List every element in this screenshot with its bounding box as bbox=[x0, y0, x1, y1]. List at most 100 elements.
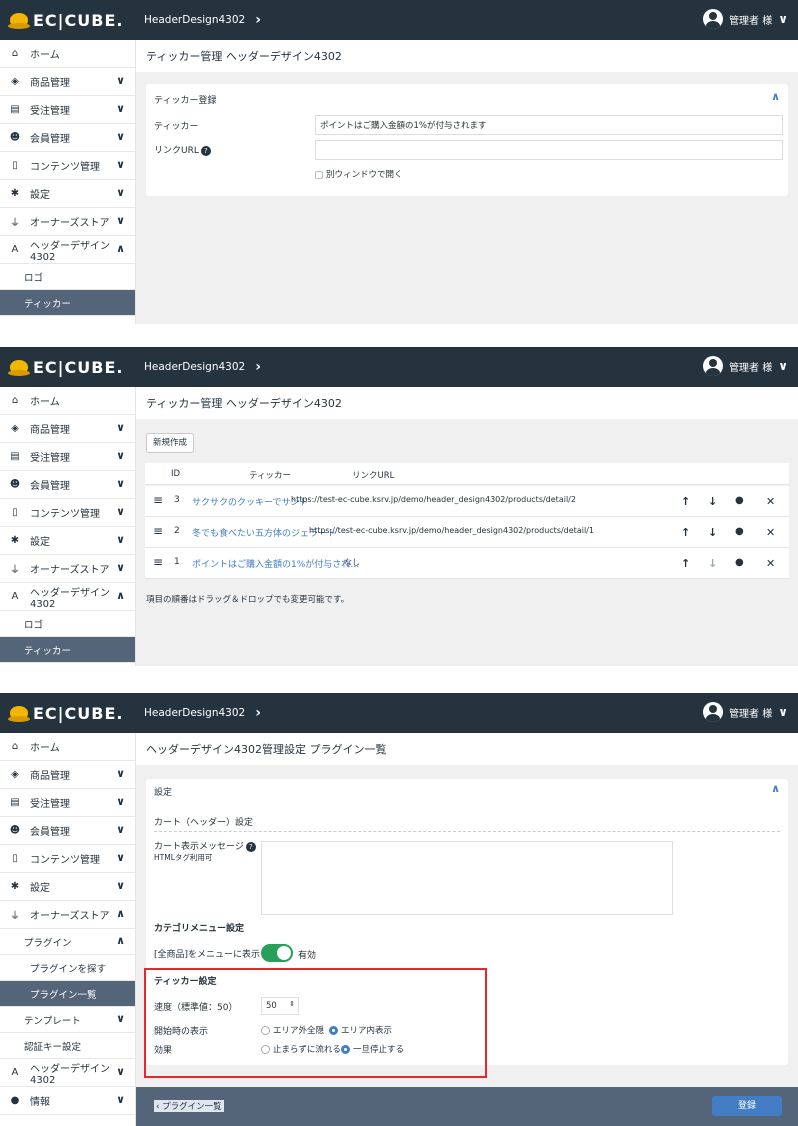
sidebar-sub-ticker[interactable]: ティッカー bbox=[0, 637, 135, 663]
url-text: https://test-ec-cube.ksrv.jp/demo/header… bbox=[309, 526, 594, 535]
sidebar-item-customers[interactable]: ☻ 会員管理 ∨ bbox=[0, 124, 135, 152]
sidebar-item-content[interactable]: ▯ コンテンツ管理 ∨ bbox=[0, 152, 135, 180]
new-window-checkbox[interactable]: 別ウィンドウで開く bbox=[315, 168, 403, 180]
sidebar-item-home[interactable]: ⌂ ホーム bbox=[0, 40, 135, 68]
card-title: ティッカー登録 bbox=[154, 96, 217, 106]
toggle-icon[interactable]: ● bbox=[735, 557, 744, 568]
sidebar-item-products[interactable]: ◈ 商品管理 ∨ bbox=[0, 68, 135, 96]
sidebar-item-store[interactable]: ⏚ オーナーズストア ∨ bbox=[0, 555, 135, 583]
arrow-up-icon[interactable]: ↑ bbox=[681, 526, 690, 539]
chevron-down-icon: ∨ bbox=[778, 12, 788, 26]
plug-icon: ⏚ bbox=[10, 911, 20, 922]
sidebar-item-settings[interactable]: ✱ 設定 ∨ bbox=[0, 527, 135, 555]
sidebar-sub-auth-key[interactable]: 認証キー設定 bbox=[0, 1033, 135, 1059]
user-menu[interactable]: 管理者 様 ∨ bbox=[703, 356, 788, 376]
top-header: EC|CUBE. HeaderDesign4302 › 管理者 様 ∨ bbox=[0, 347, 798, 387]
sidebar-sub-logo[interactable]: ロゴ bbox=[0, 611, 135, 637]
sidebar-item-products[interactable]: ◈ 商品管理 ∨ bbox=[0, 415, 135, 443]
arrow-down-icon[interactable]: ↓ bbox=[708, 557, 717, 570]
sidebar-item-header-design[interactable]: A ヘッダーデザイン4302 ∧ bbox=[0, 236, 135, 264]
sidebar-item-settings[interactable]: ✱ 設定 ∨ bbox=[0, 180, 135, 208]
sidebar-item-orders[interactable]: ▤ 受注管理 ∨ bbox=[0, 96, 135, 124]
panel-ticker-list: EC|CUBE. HeaderDesign4302 › 管理者 様 ∨ ⌂ ホーム ◈… bbox=[0, 347, 798, 666]
effect-radio-1[interactable]: 止まらずに流れる bbox=[261, 1043, 341, 1055]
chevron-down-icon: ∨ bbox=[116, 879, 125, 892]
sidebar-item-content[interactable]: ▯ コンテンツ管理 ∨ bbox=[0, 499, 135, 527]
start-radio-1[interactable]: エリア外全隠 bbox=[261, 1024, 324, 1036]
table-row[interactable]: ≡ 3 サクサクのクッキーでサンド https://test-ec-cube.k… bbox=[145, 486, 789, 517]
eccube-logo[interactable]: EC|CUBE. bbox=[8, 703, 123, 723]
save-button[interactable]: 登録 bbox=[712, 1096, 782, 1116]
chevron-down-icon: ∨ bbox=[116, 186, 125, 199]
sidebar-item-header-design[interactable]: A ヘッダーデザイン4302 ∨ bbox=[0, 1059, 135, 1087]
arrow-down-icon[interactable]: ↓ bbox=[708, 495, 717, 508]
breadcrumb[interactable]: HeaderDesign4302 › bbox=[144, 359, 261, 375]
arrow-up-icon[interactable]: ↑ bbox=[681, 557, 690, 570]
drag-handle-icon[interactable]: ≡ bbox=[153, 524, 163, 538]
start-radio-2[interactable]: エリア内表示 bbox=[329, 1024, 392, 1036]
toggle-icon[interactable]: ● bbox=[735, 526, 744, 537]
speed-input[interactable]: 50 ⇕ bbox=[261, 997, 299, 1015]
close-icon[interactable]: ✕ bbox=[766, 495, 775, 508]
sidebar-item-store[interactable]: ⏚ オーナーズストア ∧ bbox=[0, 901, 135, 929]
collapse-icon[interactable]: ∧ bbox=[771, 90, 780, 103]
eccube-logo[interactable]: EC|CUBE. bbox=[8, 10, 123, 30]
sidebar-sub-plugin[interactable]: プラグイン ∧ bbox=[0, 929, 135, 955]
sidebar-item-store[interactable]: ⏚ オーナーズストア ∨ bbox=[0, 208, 135, 236]
user-avatar-icon bbox=[703, 702, 724, 722]
sidebar-item-header-design[interactable]: A ヘッダーデザイン4302 ∧ bbox=[0, 583, 135, 611]
close-icon[interactable]: ✕ bbox=[766, 526, 775, 539]
sidebar-sub-plugin-list[interactable]: プラグイン一覧 bbox=[0, 981, 135, 1007]
toggle-icon[interactable]: ● bbox=[735, 495, 744, 506]
drag-handle-icon[interactable]: ≡ bbox=[153, 555, 163, 569]
spinner-icon[interactable]: ⇕ bbox=[289, 1000, 295, 1008]
chevron-down-icon: ∨ bbox=[778, 705, 788, 719]
eccube-logo[interactable]: EC|CUBE. bbox=[8, 357, 123, 377]
close-icon[interactable]: ✕ bbox=[766, 557, 775, 570]
arrow-up-icon[interactable]: ↑ bbox=[681, 495, 690, 508]
cart-message-textarea[interactable] bbox=[261, 841, 673, 915]
sidebar-item-orders[interactable]: ▤ 受注管理 ∨ bbox=[0, 789, 135, 817]
category-toggle[interactable] bbox=[261, 944, 293, 962]
link-url-input[interactable] bbox=[315, 140, 783, 160]
table-row[interactable]: ≡ 2 冬でも食べたい五方体のジェラート https://test-ec-cub… bbox=[145, 517, 789, 548]
effect-radio-2[interactable]: 一旦停止する bbox=[341, 1043, 404, 1055]
chevron-down-icon: ∨ bbox=[116, 421, 125, 434]
collapse-icon[interactable]: ∧ bbox=[771, 782, 780, 795]
category-toggle-label: 有効 bbox=[298, 951, 317, 961]
cart-message-sub: HTMLタグ利用可 bbox=[154, 853, 213, 862]
start-display-label: 開始時の表示 bbox=[154, 1027, 209, 1037]
sidebar-item-home[interactable]: ⌂ ホーム bbox=[0, 733, 135, 761]
sidebar-item-home[interactable]: ⌂ ホーム bbox=[0, 387, 135, 415]
chevron-up-icon: ∧ bbox=[116, 589, 125, 602]
file-icon: ▯ bbox=[12, 853, 18, 864]
ticker-input[interactable]: ポイントはご購入金額の1%が付与されます bbox=[315, 115, 783, 135]
arrow-down-icon[interactable]: ↓ bbox=[708, 526, 717, 539]
users-icon: ☻ bbox=[9, 479, 21, 490]
link-url-label: リンクURL? bbox=[154, 143, 211, 156]
chevron-down-icon: ∨ bbox=[116, 449, 125, 462]
sidebar-sub-template[interactable]: テンプレート ∨ bbox=[0, 1007, 135, 1033]
sidebar-item-info[interactable]: ● 情報 ∨ bbox=[0, 1087, 135, 1115]
sidebar-item-customers[interactable]: ☻ 会員管理 ∨ bbox=[0, 817, 135, 845]
help-icon[interactable]: ? bbox=[200, 145, 211, 156]
sidebar-sub-ticker[interactable]: ティッカー bbox=[0, 290, 135, 316]
sidebar-item-customers[interactable]: ☻ 会員管理 ∨ bbox=[0, 471, 135, 499]
back-link[interactable]: ‹ プラグイン一覧 bbox=[154, 1100, 224, 1112]
sidebar-sub-logo[interactable]: ロゴ bbox=[0, 264, 135, 290]
breadcrumb[interactable]: HeaderDesign4302 › bbox=[144, 705, 261, 721]
sidebar-sub-find-plugin[interactable]: プラグインを探す bbox=[0, 955, 135, 981]
ticker-label: ティッカー bbox=[154, 122, 199, 132]
sidebar-item-settings[interactable]: ✱ 設定 ∨ bbox=[0, 873, 135, 901]
user-menu[interactable]: 管理者 様 ∨ bbox=[703, 9, 788, 29]
table-row[interactable]: ≡ 1 ポイントはご購入金額の1%が付与され… なし ↑ ↓ ● ✕ bbox=[145, 548, 789, 579]
help-icon[interactable]: ? bbox=[245, 841, 256, 852]
sidebar-item-products[interactable]: ◈ 商品管理 ∨ bbox=[0, 761, 135, 789]
breadcrumb[interactable]: HeaderDesign4302 › bbox=[144, 12, 261, 28]
sidebar-item-orders[interactable]: ▤ 受注管理 ∨ bbox=[0, 443, 135, 471]
new-button[interactable]: 新規作成 bbox=[146, 433, 195, 453]
sidebar-item-content[interactable]: ▯ コンテンツ管理 ∨ bbox=[0, 845, 135, 873]
drag-handle-icon[interactable]: ≡ bbox=[153, 493, 163, 507]
ticker-link[interactable]: ポイントはご購入金額の1%が付与され… bbox=[192, 557, 359, 570]
user-menu[interactable]: 管理者 様 ∨ bbox=[703, 702, 788, 722]
